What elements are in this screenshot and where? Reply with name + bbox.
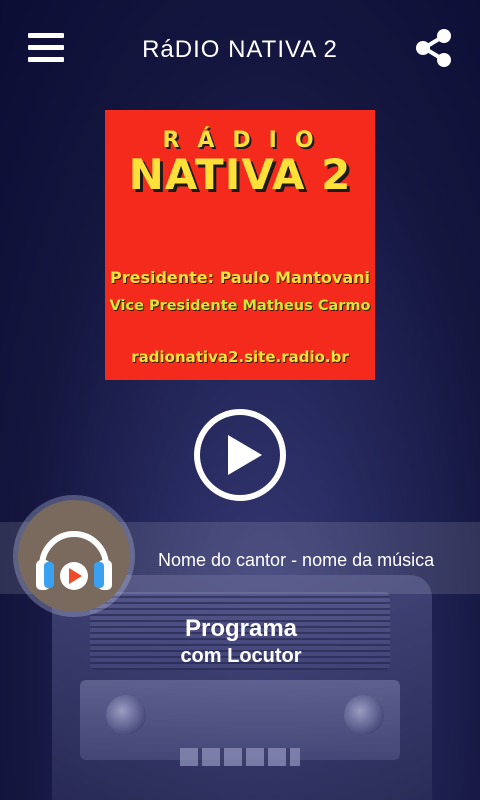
logo-website: radionativa2.site.radio.br	[131, 348, 349, 366]
play-icon	[228, 435, 262, 475]
program-title: Programa	[184, 615, 298, 642]
radio-knob-right	[344, 695, 384, 735]
headphones-play-icon	[18, 500, 130, 612]
logo-president: Presidente: Paulo Mantovani	[109, 268, 371, 287]
now-playing-text: Nome do cantor - nome da música	[158, 550, 435, 570]
station-logo: RÁDIO NATIVA 2 Presidente: Paulo Mantova…	[105, 110, 375, 380]
play-button[interactable]	[194, 409, 286, 501]
logo-station-name: NATIVA 2	[128, 150, 352, 199]
share-icon[interactable]	[414, 28, 454, 68]
radio-keys	[180, 748, 300, 766]
logo-vice-president: Vice Presidente Matheus Carmo	[109, 298, 371, 314]
radio-knob-left	[106, 695, 146, 735]
page-title: RáDIO NATIVA 2	[142, 36, 338, 63]
app-header: RáDIO NATIVA 2	[0, 0, 480, 100]
program-announcer: com Locutor	[180, 645, 302, 667]
